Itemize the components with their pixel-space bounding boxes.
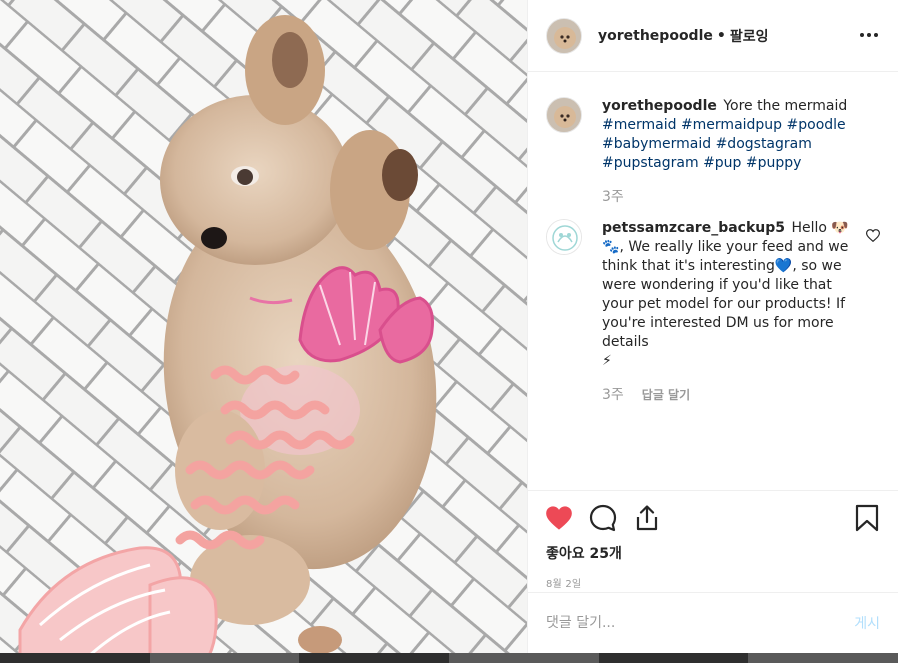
share-icon[interactable] xyxy=(632,503,662,533)
hashtag-link[interactable]: #babymermaid xyxy=(602,136,716,152)
author-username[interactable]: yorethepoodle xyxy=(598,28,713,44)
caption-meta: 3주 xyxy=(602,188,857,207)
hashtag-link[interactable]: #dogstagram xyxy=(716,136,812,152)
comment-meta: 3주 답글 달기 xyxy=(602,386,857,405)
commenter-avatar[interactable] xyxy=(546,219,582,255)
post-photo[interactable] xyxy=(0,0,527,663)
reply-button[interactable]: 답글 달기 xyxy=(642,386,690,405)
action-icons xyxy=(544,491,880,545)
comment-bubble-icon[interactable] xyxy=(588,503,618,533)
lightning-emoji-icon: ⚡ xyxy=(602,353,612,369)
hashtag-list: #mermaid #mermaidpup #poodle #babymermai… xyxy=(602,117,846,171)
comments-list[interactable]: yorethepoodle Yore the mermaid #mermaid … xyxy=(528,73,898,489)
hashtag-link[interactable]: #pupstagram xyxy=(602,155,703,171)
comment-body: petssamzcare_backup5 Hello 🐶🐾, We really… xyxy=(602,219,857,405)
hashtag-link[interactable]: #poodle xyxy=(787,117,846,133)
blue-heart-emoji-icon: 💙 xyxy=(774,258,793,274)
commenter-username[interactable]: petssamzcare_backup5 xyxy=(602,220,785,236)
post-header: yorethepoodle • 팔로잉 xyxy=(528,0,898,72)
separator-dot: • xyxy=(716,27,726,44)
author-avatar[interactable] xyxy=(546,17,582,54)
post-date[interactable]: 8월 2일 xyxy=(546,575,880,590)
hashtag-link[interactable]: #mermaid xyxy=(602,117,681,133)
poodle-photo-image xyxy=(0,0,527,663)
bookmark-icon[interactable] xyxy=(852,503,882,533)
comment-like-heart-icon[interactable] xyxy=(865,227,881,246)
post-actions: 좋아요 25개 8월 2일 xyxy=(528,490,898,590)
hashtag-link[interactable]: #mermaidpup xyxy=(681,117,787,133)
more-options-icon[interactable] xyxy=(858,24,880,46)
comment-item: petssamzcare_backup5 Hello 🐶🐾, We really… xyxy=(546,219,881,405)
caption-body: yorethepoodle Yore the mermaid #mermaid … xyxy=(602,97,857,207)
post-comment-button[interactable]: 게시 xyxy=(854,613,880,633)
add-comment-bar: 게시 xyxy=(528,592,898,653)
like-count[interactable]: 좋아요 25개 xyxy=(546,543,880,563)
caption-timestamp[interactable]: 3주 xyxy=(602,188,624,207)
hashtag-link[interactable]: #puppy xyxy=(746,155,802,171)
caption-author-avatar[interactable] xyxy=(546,97,582,133)
comment-text-part: Hello xyxy=(791,220,827,236)
hashtag-link[interactable]: #pup xyxy=(703,155,746,171)
following-button[interactable]: 팔로잉 xyxy=(730,26,769,46)
comment-input[interactable] xyxy=(546,615,855,631)
like-heart-icon[interactable] xyxy=(544,503,574,533)
post-details-panel: yorethepoodle • 팔로잉 yorethepoodle Yore t… xyxy=(527,0,898,653)
caption-username[interactable]: yorethepoodle xyxy=(602,98,717,114)
comment-timestamp[interactable]: 3주 xyxy=(602,386,624,405)
caption-text: Yore the mermaid xyxy=(723,98,848,114)
taskbar-strip xyxy=(0,653,898,663)
caption-comment: yorethepoodle Yore the mermaid #mermaid … xyxy=(546,97,880,207)
